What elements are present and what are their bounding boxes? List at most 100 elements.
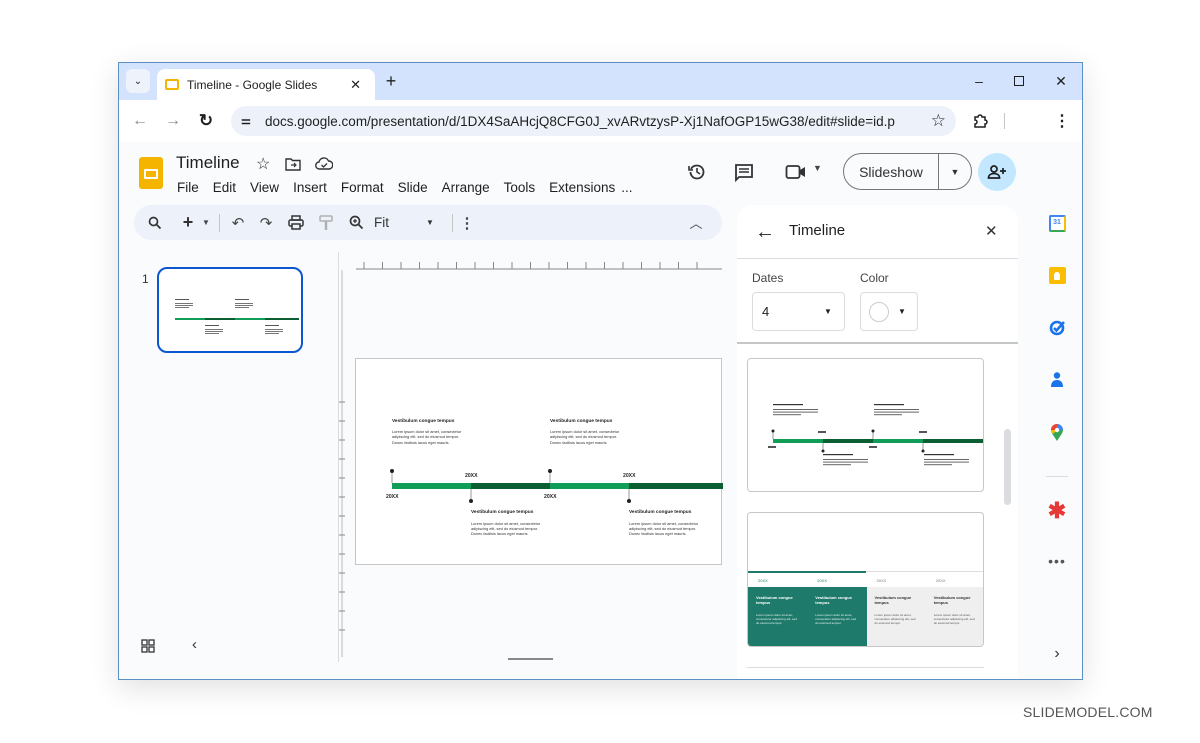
panel-scrollbar[interactable] — [1004, 429, 1011, 505]
menu-more[interactable]: ... — [621, 180, 632, 195]
new-tab-button[interactable]: + — [381, 71, 401, 91]
redo-icon[interactable]: ↷ — [256, 205, 276, 240]
cloud-saved-icon[interactable] — [315, 157, 333, 170]
url-bar[interactable]: ⚌ docs.google.com/presentation/d/1DX4SaA… — [231, 106, 956, 136]
timeline-segment — [773, 439, 823, 443]
preview-date: 20XX — [935, 578, 946, 583]
paint-format-icon[interactable] — [315, 205, 337, 240]
menu-file[interactable]: File — [177, 180, 199, 195]
tab-search-button[interactable]: ⌄ — [126, 69, 150, 93]
keep-icon[interactable] — [1034, 267, 1080, 284]
preview-date — [818, 431, 826, 433]
zoom-select[interactable]: Fit ▼ — [374, 205, 444, 240]
comments-icon[interactable] — [734, 163, 754, 182]
preview-column: 20XX Vestibulum congue tempus Lorem ipsu… — [925, 573, 983, 646]
new-slide-icon[interactable]: + — [178, 205, 198, 240]
close-window-button[interactable]: ✕ — [1051, 71, 1071, 91]
reload-button[interactable]: ↻ — [195, 110, 217, 132]
slide-thumbnail-1[interactable] — [157, 267, 303, 353]
new-slide-layout-dropdown[interactable]: ▼ — [200, 205, 212, 240]
meet-dropdown-icon[interactable]: ▼ — [813, 163, 822, 173]
slide-number: 1 — [142, 272, 149, 286]
hide-menus-chevron-up-icon[interactable]: ︿ — [686, 205, 706, 240]
preview-title — [823, 454, 853, 456]
meet-camera-icon[interactable] — [785, 164, 807, 180]
event-title: Vestibulum congue tempus — [392, 418, 455, 424]
menu-tools[interactable]: Tools — [504, 180, 536, 195]
more-horiz-icon[interactable]: ••• — [1034, 553, 1080, 569]
collapse-filmstrip-chevron-left-icon[interactable]: ‹ — [192, 636, 197, 653]
extensions-button[interactable] — [969, 110, 991, 132]
tune-icon[interactable]: ⚌ — [241, 114, 251, 127]
menu-view[interactable]: View — [250, 180, 279, 195]
zoom-icon[interactable] — [345, 205, 367, 240]
back-button[interactable]: ← — [129, 110, 151, 132]
slide-canvas[interactable]: Vestibulum congue tempus Lorem ipsum dolo… — [355, 358, 723, 565]
document-title[interactable]: Timeline — [176, 153, 240, 173]
tab-title: Timeline - Google Slides — [187, 77, 318, 92]
forward-button[interactable]: → — [162, 110, 184, 132]
grid-view-icon[interactable] — [141, 639, 157, 655]
share-button[interactable] — [978, 153, 1016, 191]
dates-select[interactable]: 4 ▼ — [752, 292, 845, 331]
browser-menu-button[interactable]: ⋮ — [1052, 110, 1072, 132]
preview-text — [924, 459, 969, 460]
menu-arrange[interactable]: Arrange — [442, 180, 490, 195]
expand-chevron-right-icon[interactable]: › — [1034, 645, 1080, 663]
menu-format[interactable]: Format — [341, 180, 384, 195]
minimize-button[interactable]: – — [969, 71, 989, 91]
reload-icon: ↻ — [198, 111, 214, 130]
print-icon[interactable] — [285, 205, 307, 240]
preview-date: 20XX — [876, 578, 887, 583]
maps-icon[interactable] — [1034, 423, 1080, 442]
tab-active[interactable]: Timeline - Google Slides ✕ — [157, 69, 375, 100]
maximize-icon — [1014, 76, 1024, 86]
more-options-icon[interactable]: ⋮ — [459, 205, 475, 240]
thumbnail-timeline — [175, 299, 299, 334]
slideshow-options-dropdown[interactable]: ▼ — [939, 154, 971, 189]
toolbar-divider — [219, 214, 220, 232]
contacts-icon[interactable] — [1034, 371, 1080, 388]
preview-title — [924, 454, 954, 456]
maximize-button[interactable] — [1009, 71, 1029, 91]
event-date: 20XX — [544, 493, 557, 500]
panel-title: Timeline — [789, 222, 846, 239]
close-tab-icon[interactable]: ✕ — [350, 77, 361, 93]
chevron-down-icon: ▼ — [824, 307, 832, 316]
preview-text — [874, 409, 919, 410]
search-menus-icon[interactable] — [144, 205, 166, 240]
move-folder-icon[interactable] — [285, 157, 301, 171]
preview-text — [924, 461, 969, 463]
undo-icon[interactable]: ↶ — [228, 205, 248, 240]
template-option-timeline-1[interactable] — [747, 358, 984, 492]
template-option-timeline-2[interactable]: 20XX Vestibulum congue tempus Lorem ipsu… — [747, 512, 984, 647]
add-person-icon — [987, 165, 1006, 179]
back-arrow-icon[interactable]: ← — [755, 221, 775, 244]
menu-edit[interactable]: Edit — [213, 180, 236, 195]
slideshow-button[interactable]: Slideshow — [844, 154, 938, 189]
timeline-segment — [873, 439, 923, 443]
browser-window: ⌄ Timeline - Google Slides ✕ + – ✕ ← → ↻… — [118, 62, 1083, 680]
version-history-icon[interactable] — [687, 162, 707, 182]
color-select[interactable]: ▼ — [860, 292, 918, 331]
tasks-icon[interactable] — [1034, 319, 1080, 336]
timeline-side-panel: ← Timeline ✕ Dates 4 ▼ Color ▼ 20XX Vest… — [737, 205, 1018, 679]
toolbar-divider — [1004, 113, 1005, 129]
menu-insert[interactable]: Insert — [293, 180, 327, 195]
star-icon[interactable]: ☆ — [256, 154, 270, 174]
star-icon[interactable]: ☆ — [931, 111, 946, 131]
calendar-icon[interactable]: 31 — [1034, 215, 1080, 232]
slides-logo[interactable] — [139, 157, 163, 189]
timeline-marker — [771, 429, 775, 433]
slides-favicon — [165, 79, 179, 90]
close-panel-icon[interactable]: ✕ — [985, 222, 998, 240]
side-divider — [1046, 476, 1068, 477]
event-date: 20XX — [386, 493, 399, 500]
google-slides-app: Timeline ☆ File Edit View Insert Format Slide… — [119, 142, 1082, 679]
url-text: docs.google.com/presentation/d/1DX4SaAHc… — [265, 113, 895, 129]
asterisk-addon-icon[interactable]: ✱ — [1034, 500, 1080, 522]
preview-text — [773, 414, 801, 416]
menu-slide[interactable]: Slide — [398, 180, 428, 195]
speaker-notes-handle[interactable] — [508, 658, 553, 660]
menu-extensions[interactable]: Extensions — [549, 180, 615, 195]
